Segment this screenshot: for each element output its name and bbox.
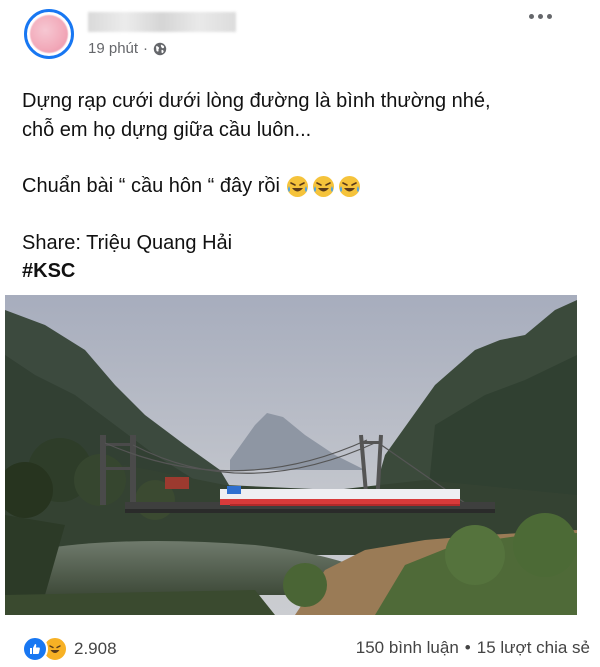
reaction-count: 2.908: [74, 639, 117, 658]
post-text-line-3: Chuẩn bài “ cầu hôn “ đây rồi: [22, 172, 361, 200]
tears-of-joy-emoji-icon: [338, 175, 361, 198]
shares-count[interactable]: 15 lượt chia sẻ: [477, 638, 590, 658]
stats-separator: •: [464, 638, 471, 657]
facebook-post: 19 phút · Dựng rạp cưới dưới lòng đường …: [0, 0, 600, 667]
tears-of-joy-emoji-icon: [286, 175, 309, 198]
avatar-image: [30, 15, 68, 53]
post-text-line-2: chỗ em họ dựng giữa cầu luôn...: [22, 119, 312, 141]
emoji-group: [286, 175, 361, 198]
author-name-blurred[interactable]: [88, 12, 236, 32]
post-stats: 150 bình luận • 15 lượt chia sẻ: [356, 638, 590, 658]
hashtag-link[interactable]: #KSC: [22, 257, 75, 285]
post-meta: 19 phút ·: [88, 40, 167, 57]
meta-separator: ·: [143, 40, 149, 57]
avatar[interactable]: [24, 9, 74, 59]
comments-count[interactable]: 150 bình luận: [356, 638, 459, 658]
post-text-line-4: Share: Triệu Quang Hải: [22, 232, 233, 254]
post-text-line-3-text: Chuẩn bài “ cầu hôn “ đây rồi: [22, 175, 280, 197]
post-photo[interactable]: [5, 295, 577, 615]
post-time[interactable]: 19 phút: [88, 40, 138, 57]
tears-of-joy-emoji-icon: [312, 175, 335, 198]
like-icon: [22, 636, 48, 662]
globe-icon[interactable]: [153, 42, 167, 56]
reactions[interactable]: 2.908: [22, 636, 117, 662]
more-horizontal-icon[interactable]: [525, 6, 555, 26]
post-text-line-1: Dựng rạp cưới dưới lòng đường là bình th…: [22, 90, 491, 112]
